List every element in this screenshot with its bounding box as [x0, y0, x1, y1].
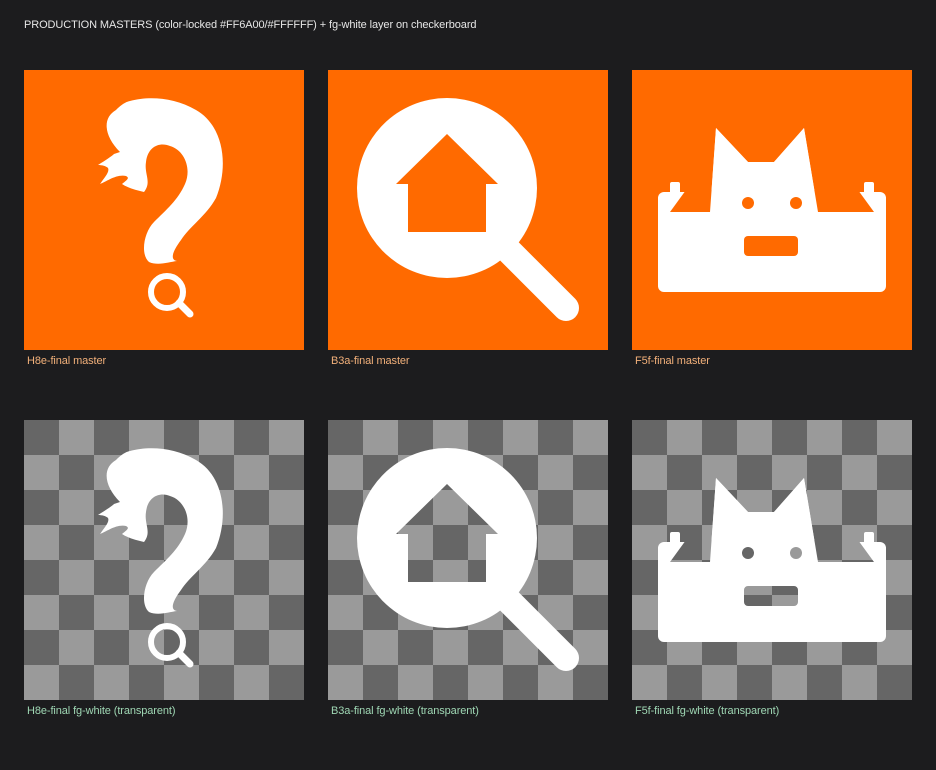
master-caption-b3a: B3a-final master: [331, 355, 410, 367]
cat-in-box-icon: [632, 70, 912, 350]
transparent-tile-f5f: [632, 420, 912, 700]
master-tile-f5f: [632, 70, 912, 350]
transparent-caption-f5f: F5f-final fg-white (transparent): [635, 705, 780, 717]
master-caption-f5f: F5f-final master: [635, 355, 710, 367]
magnifier-with-house-icon: [328, 420, 608, 700]
transparent-tile-b3a: [328, 420, 608, 700]
master-tile-b3a: [328, 70, 608, 350]
transparent-caption-b3a: B3a-final fg-white (transparent): [331, 705, 479, 717]
question-mark-tail-with-magnifier-icon: [24, 420, 304, 700]
cat-in-box-icon: [632, 420, 912, 700]
master-tile-h8e: [24, 70, 304, 350]
magnifier-with-house-icon: [328, 70, 608, 350]
transparent-tile-h8e: [24, 420, 304, 700]
master-caption-h8e: H8e-final master: [27, 355, 107, 367]
production-masters-sheet: PRODUCTION MASTERS (color-locked #FF6A00…: [0, 0, 936, 770]
transparent-caption-h8e: H8e-final fg-white (transparent): [27, 705, 176, 717]
question-mark-tail-with-magnifier-icon: [24, 70, 304, 350]
page-title: PRODUCTION MASTERS (color-locked #FF6A00…: [24, 19, 477, 31]
